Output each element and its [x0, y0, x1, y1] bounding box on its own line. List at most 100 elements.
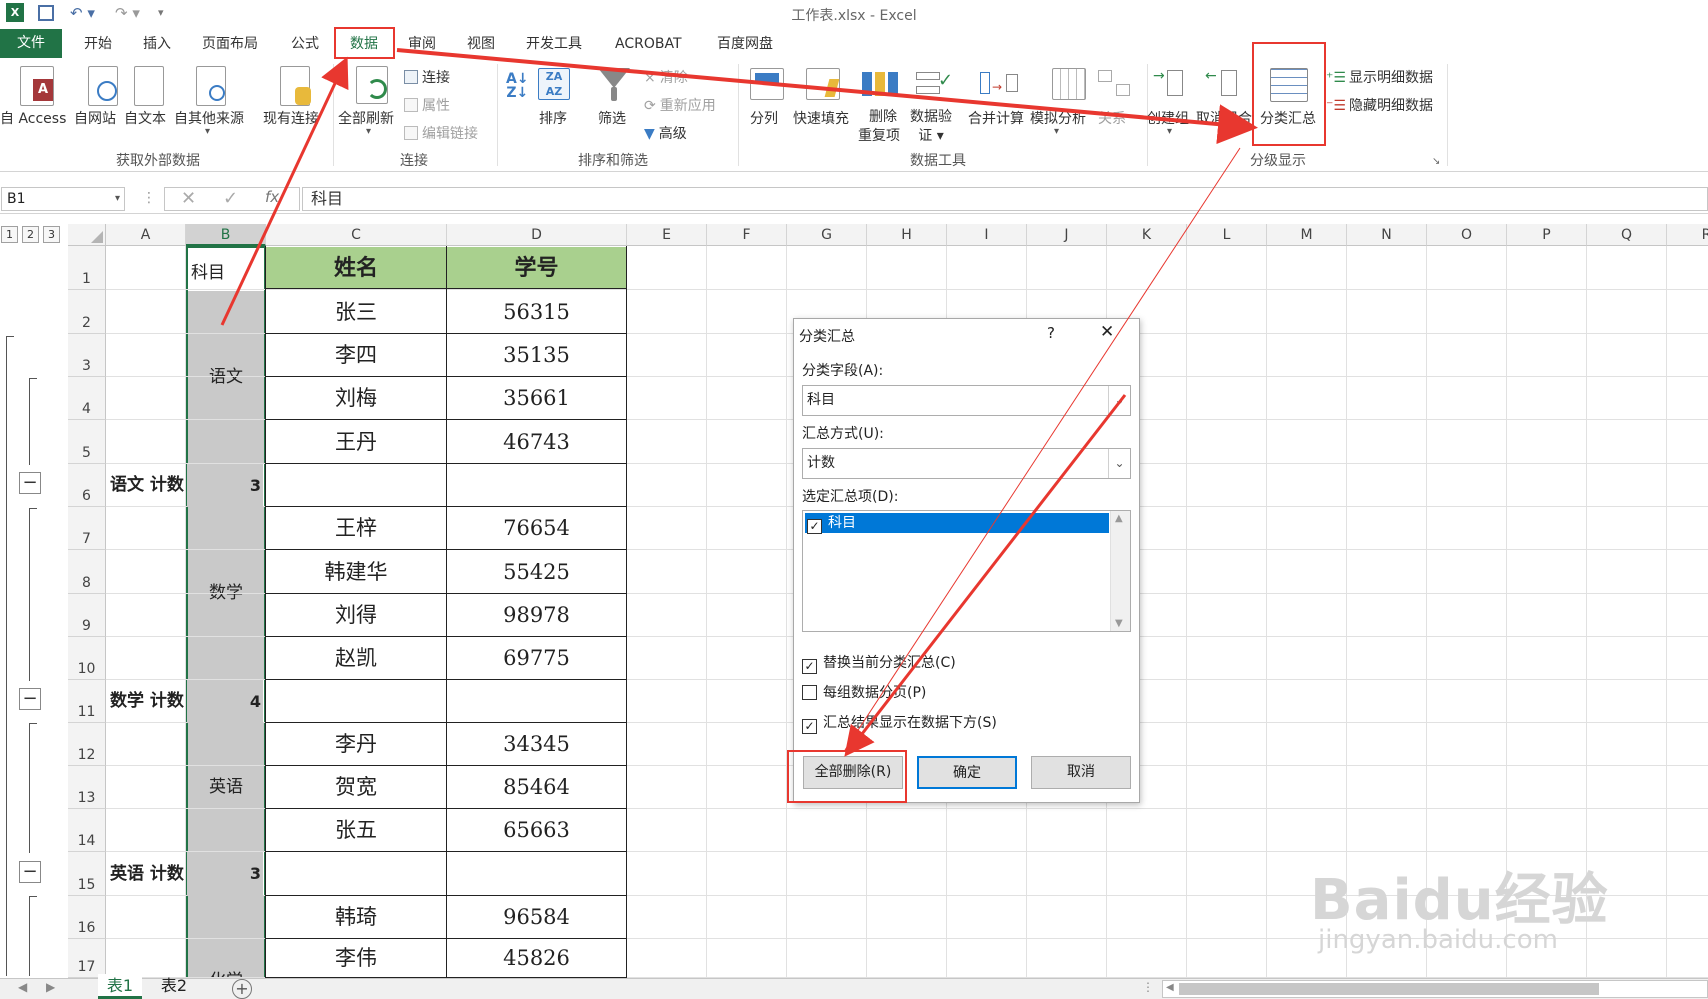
- column-header-k[interactable]: K: [1107, 224, 1187, 246]
- from-web-button[interactable]: 自网站: [74, 108, 116, 128]
- column-header-o[interactable]: O: [1427, 224, 1507, 246]
- replace-current-option[interactable]: ✓ 替换当前分类汇总(C): [802, 652, 956, 674]
- row-header[interactable]: 1: [68, 246, 106, 290]
- ok-button[interactable]: 确定: [917, 756, 1017, 789]
- cell-name[interactable]: 王丹: [266, 420, 446, 464]
- cell-d1[interactable]: 学号: [447, 247, 626, 290]
- what-if-analysis-button[interactable]: 模拟分析: [1030, 108, 1086, 128]
- row-header[interactable]: 17: [68, 939, 106, 978]
- outline-level-1[interactable]: 1: [1, 226, 18, 243]
- list-item[interactable]: ✓ 科目: [805, 513, 1109, 534]
- sheet-tab-1[interactable]: 表1: [98, 974, 142, 999]
- tab-acrobat[interactable]: ACROBAT: [615, 33, 682, 55]
- column-header-q[interactable]: Q: [1587, 224, 1667, 246]
- existing-connections-button[interactable]: 现有连接: [263, 108, 319, 128]
- cell-name[interactable]: 李四: [266, 334, 446, 377]
- scroll-down-icon[interactable]: ▼: [1115, 618, 1123, 629]
- properties-button[interactable]: 属性: [404, 95, 450, 115]
- scroll-right-icon[interactable]: ▶: [46, 980, 55, 994]
- cancel-icon[interactable]: ✕: [181, 188, 196, 209]
- cell-student-id[interactable]: 76654: [447, 507, 626, 550]
- advanced-filter-button[interactable]: ▼ 高级: [644, 123, 687, 143]
- add-sheet-icon[interactable]: +: [232, 979, 252, 999]
- checkbox-unchecked-icon[interactable]: [802, 685, 817, 700]
- row-header[interactable]: 6: [68, 464, 106, 507]
- column-header-a[interactable]: A: [106, 224, 186, 246]
- undo-icon[interactable]: ↶ ▾: [70, 3, 95, 23]
- cell-student-id[interactable]: 56315: [447, 290, 626, 334]
- column-header-n[interactable]: N: [1347, 224, 1427, 246]
- cell-student-id[interactable]: 65663: [447, 809, 626, 852]
- select-all-corner[interactable]: [68, 224, 106, 246]
- subtotal-label[interactable]: 英语 计数: [110, 852, 186, 896]
- column-header-c[interactable]: C: [266, 224, 447, 246]
- chevron-down-icon[interactable]: ⌄: [1108, 386, 1130, 415]
- customize-qa-icon[interactable]: ▾: [158, 3, 164, 23]
- cell-student-id[interactable]: 35661: [447, 377, 626, 420]
- from-text-button[interactable]: 自文本: [124, 108, 166, 128]
- tab-view[interactable]: 视图: [467, 33, 495, 55]
- horizontal-scrollbar[interactable]: ◀: [1162, 980, 1708, 998]
- field-select[interactable]: 科目 ⌄: [802, 385, 1131, 416]
- cell-student-id[interactable]: 46743: [447, 420, 626, 464]
- sort-button[interactable]: 排序: [539, 108, 567, 128]
- tab-page-layout[interactable]: 页面布局: [202, 33, 258, 55]
- subtotal-label[interactable]: 语文 计数: [110, 464, 186, 507]
- cell-b1[interactable]: 科目: [187, 247, 265, 290]
- row-header[interactable]: 3: [68, 334, 106, 377]
- clear-filter-button[interactable]: ⨯ 清除: [644, 67, 688, 87]
- tab-formulas[interactable]: 公式: [291, 33, 319, 55]
- consolidate-button[interactable]: 合并计算: [968, 108, 1024, 128]
- cell-student-id[interactable]: 96584: [447, 896, 626, 939]
- column-header-b[interactable]: B: [186, 224, 266, 246]
- reapply-button[interactable]: ⟳ 重新应用: [644, 95, 716, 115]
- cell-student-id[interactable]: 69775: [447, 637, 626, 680]
- show-detail-button[interactable]: ⁺☰ 显示明细数据: [1326, 67, 1433, 87]
- outline-level-2[interactable]: 2: [22, 226, 39, 243]
- column-header-d[interactable]: D: [447, 224, 627, 246]
- cell-name[interactable]: 王梓: [266, 507, 446, 550]
- subtotal-count[interactable]: 4: [187, 680, 263, 723]
- tab-home[interactable]: 开始: [84, 33, 112, 55]
- column-header-e[interactable]: E: [627, 224, 707, 246]
- tab-file[interactable]: 文件: [0, 29, 62, 58]
- cell-name[interactable]: 贺宽: [266, 766, 446, 809]
- column-header-m[interactable]: M: [1267, 224, 1347, 246]
- tab-baidu-netdisk[interactable]: 百度网盘: [717, 33, 773, 55]
- scroll-left-icon[interactable]: ◀: [18, 980, 27, 994]
- cell-name[interactable]: 韩琦: [266, 896, 446, 939]
- items-listbox[interactable]: ✓ 科目 ▲ ▼: [802, 510, 1131, 632]
- method-select[interactable]: 计数 ⌄: [802, 448, 1131, 479]
- relationships-button[interactable]: 关系: [1098, 108, 1126, 128]
- cell-student-id[interactable]: 35135: [447, 334, 626, 377]
- row-header[interactable]: 12: [68, 723, 106, 766]
- filter-button[interactable]: 筛选: [598, 108, 626, 128]
- scrollbar-thumb[interactable]: [1179, 983, 1599, 995]
- column-header-h[interactable]: H: [867, 224, 947, 246]
- cell-name[interactable]: 李丹: [266, 723, 446, 766]
- subtotal-label[interactable]: 数学 计数: [110, 680, 186, 723]
- cell-c1[interactable]: 姓名: [266, 247, 446, 290]
- row-header[interactable]: 16: [68, 896, 106, 939]
- column-header-p[interactable]: P: [1507, 224, 1587, 246]
- column-header-l[interactable]: L: [1187, 224, 1267, 246]
- scroll-up-icon[interactable]: ▲: [1115, 513, 1123, 524]
- refresh-all-button[interactable]: 全部刷新: [338, 108, 394, 128]
- row-header[interactable]: 11: [68, 680, 106, 723]
- checkbox-checked-icon[interactable]: ✓: [802, 719, 817, 734]
- redo-icon[interactable]: ↷ ▾: [115, 3, 140, 23]
- scroll-left-icon[interactable]: ◀: [1166, 982, 1174, 993]
- cell-name[interactable]: 李伟: [266, 939, 446, 978]
- listbox-scrollbar[interactable]: ▲ ▼: [1110, 511, 1130, 631]
- collapse-group-1-button[interactable]: −: [19, 472, 41, 494]
- row-header[interactable]: 7: [68, 507, 106, 550]
- name-box[interactable]: B1 ▾: [1, 187, 125, 211]
- outline-level-3[interactable]: 3: [43, 226, 60, 243]
- help-button[interactable]: ?: [1047, 324, 1055, 342]
- checkbox-checked-icon[interactable]: ✓: [802, 659, 817, 674]
- sort-az-icon[interactable]: A↓ Z↓: [506, 72, 529, 100]
- collapse-group-2-button[interactable]: −: [19, 688, 41, 710]
- connections-button[interactable]: 连接: [404, 67, 450, 87]
- checkbox-checked-icon[interactable]: ✓: [807, 519, 822, 534]
- cancel-button[interactable]: 取消: [1031, 756, 1131, 789]
